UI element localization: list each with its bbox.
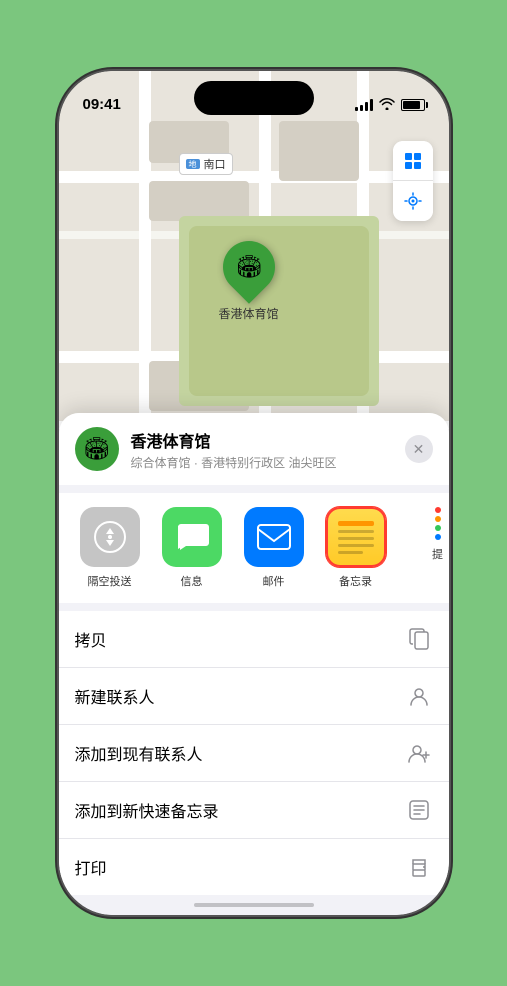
- pin-label: 香港体育馆: [219, 305, 279, 322]
- more-label: 提: [432, 546, 443, 562]
- more-dots-icon: [428, 507, 448, 540]
- copy-icon: [405, 625, 433, 653]
- signal-bars-icon: [355, 99, 373, 111]
- battery-icon: [401, 99, 425, 111]
- quick-note-label: 添加到新快速备忘录: [75, 798, 393, 822]
- location-subtitle: 综合体育馆 · 香港特别行政区 油尖旺区: [131, 454, 393, 471]
- share-item-messages[interactable]: 信息: [157, 507, 227, 589]
- close-button[interactable]: ✕: [405, 435, 433, 463]
- bottom-sheet: 🏟 香港体育馆 综合体育馆 · 香港特别行政区 油尖旺区 ✕: [59, 413, 449, 915]
- dynamic-island: [194, 81, 314, 115]
- share-item-airdrop[interactable]: 隔空投送: [75, 507, 145, 589]
- add-contact-label: 添加到现有联系人: [75, 741, 393, 765]
- station-name: 南口: [204, 156, 226, 172]
- pin-emoji: 🏟: [235, 254, 263, 280]
- mail-icon: [244, 507, 304, 567]
- person-icon: [405, 682, 433, 710]
- notes-icon: [326, 507, 386, 567]
- messages-icon: [162, 507, 222, 567]
- airdrop-label: 隔空投送: [88, 573, 132, 589]
- print-label: 打印: [75, 855, 393, 879]
- airdrop-icon: [80, 507, 140, 567]
- map-type-button[interactable]: [393, 141, 433, 181]
- metro-icon: 地: [186, 159, 200, 169]
- action-quick-note[interactable]: 添加到新快速备忘录: [59, 782, 449, 839]
- wifi-icon: [379, 97, 395, 113]
- action-copy[interactable]: 拷贝: [59, 611, 449, 668]
- action-add-contact[interactable]: 添加到现有联系人: [59, 725, 449, 782]
- location-app-icon: 🏟: [75, 427, 119, 471]
- pin-circle: 🏟: [212, 230, 286, 304]
- stadium-pin[interactable]: 🏟 香港体育馆: [219, 241, 279, 322]
- messages-label: 信息: [181, 573, 203, 589]
- action-new-contact[interactable]: 新建联系人: [59, 668, 449, 725]
- phone-screen: 09:41: [59, 71, 449, 915]
- action-rows: 拷贝 新建联系人: [59, 611, 449, 895]
- share-item-mail[interactable]: 邮件: [239, 507, 309, 589]
- share-item-more[interactable]: 提: [403, 507, 449, 589]
- person-add-icon: [405, 739, 433, 767]
- phone-frame: 09:41: [59, 71, 449, 915]
- quick-note-icon: [405, 796, 433, 824]
- map-station-label: 地 南口: [179, 153, 233, 175]
- map-controls: [393, 141, 433, 221]
- status-icons: [355, 97, 425, 113]
- share-item-notes[interactable]: 备忘录: [321, 507, 391, 589]
- print-icon: [405, 853, 433, 881]
- share-row: 隔空投送 信息: [59, 493, 449, 603]
- location-info: 香港体育馆 综合体育馆 · 香港特别行政区 油尖旺区: [131, 428, 393, 471]
- new-contact-label: 新建联系人: [75, 684, 393, 708]
- location-button[interactable]: [393, 181, 433, 221]
- copy-label: 拷贝: [75, 627, 393, 651]
- notes-label: 备忘录: [339, 573, 372, 589]
- location-header: 🏟 香港体育馆 综合体育馆 · 香港特别行政区 油尖旺区 ✕: [59, 413, 449, 485]
- mail-label: 邮件: [263, 573, 285, 589]
- action-print[interactable]: 打印: [59, 839, 449, 895]
- home-indicator: [194, 903, 314, 907]
- location-name: 香港体育馆: [131, 428, 393, 452]
- status-time: 09:41: [83, 96, 121, 113]
